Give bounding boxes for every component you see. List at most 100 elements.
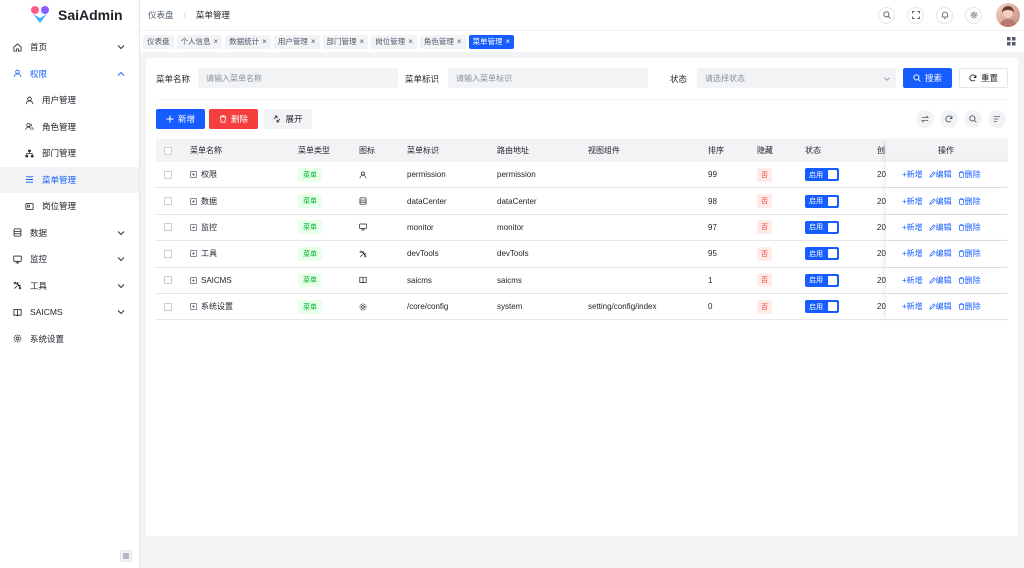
sidebar-item-11[interactable]: 系统设置 <box>0 326 139 353</box>
status-toggle[interactable]: 启用 <box>805 300 839 314</box>
breadcrumb-separator: / <box>183 10 186 20</box>
row-delete-button[interactable]: 删除 <box>958 301 981 312</box>
swap-icon[interactable] <box>916 110 934 128</box>
sidebar-item-10[interactable]: SAICMS <box>0 299 139 326</box>
user-group-icon <box>24 122 34 132</box>
breadcrumb-item-dashboard[interactable]: 仪表盘 <box>148 9 174 21</box>
sidebar-item-label: 用户管理 <box>42 95 77 106</box>
row-checkbox[interactable] <box>164 162 172 187</box>
status-toggle[interactable]: 启用 <box>805 273 839 287</box>
row-add-button[interactable]: +新增 <box>902 275 923 286</box>
column-settings-icon[interactable] <box>988 110 1006 128</box>
status-toggle[interactable]: 启用 <box>805 220 839 234</box>
status-toggle[interactable]: 启用 <box>805 168 839 182</box>
row-edit-button[interactable]: 编辑 <box>929 196 952 207</box>
refresh-icon[interactable] <box>940 110 958 128</box>
grid-menu-icon[interactable] <box>1007 37 1016 46</box>
close-icon[interactable]: × <box>262 37 267 46</box>
row-status-cell: 启用 <box>805 162 839 187</box>
expand-button[interactable]: 展开 <box>264 109 312 129</box>
row-edit-button[interactable]: 编辑 <box>929 222 952 233</box>
sidebar-item-2[interactable]: 用户管理 <box>0 87 139 114</box>
row-checkbox[interactable] <box>164 268 172 293</box>
status-toggle[interactable]: 启用 <box>805 194 839 208</box>
hidden-tag: 否 <box>757 273 772 288</box>
sidebar-item-1[interactable]: 权限 <box>0 61 139 88</box>
row-checkbox[interactable] <box>164 188 172 213</box>
sidebar-item-6[interactable]: 岗位管理 <box>0 193 139 220</box>
menu-name-input[interactable]: 请输入菜单名称 <box>198 68 398 88</box>
table-row[interactable]: 数据 菜单 dataCenter dataCenter 98 否 启用 20 +新增 编辑 删除 <box>156 188 1008 215</box>
gear-icon[interactable] <box>965 6 982 24</box>
sidebar-item-7[interactable]: 数据 <box>0 220 139 247</box>
expand-row-icon[interactable] <box>190 197 197 205</box>
row-delete-button[interactable]: 删除 <box>958 169 981 180</box>
bell-icon[interactable] <box>936 6 953 24</box>
row-checkbox[interactable] <box>164 294 172 319</box>
tab-2[interactable]: 数据统计 × <box>225 34 271 49</box>
sidebar-item-8[interactable]: 监控 <box>0 246 139 273</box>
close-icon[interactable]: × <box>311 37 316 46</box>
expand-row-icon[interactable] <box>190 250 197 258</box>
row-add-button[interactable]: +新增 <box>902 169 923 180</box>
menu-code-input[interactable]: 请输入菜单标识 <box>448 68 648 88</box>
expand-row-icon[interactable] <box>190 303 197 311</box>
row-edit-button[interactable]: 编辑 <box>929 169 952 180</box>
col-header-route: 路由地址 <box>497 146 529 155</box>
row-checkbox[interactable] <box>164 215 172 240</box>
row-edit-button[interactable]: 编辑 <box>929 301 952 312</box>
row-add-button[interactable]: +新增 <box>902 222 923 233</box>
table-row[interactable]: SAICMS 菜单 saicms saicms 1 否 启用 20 +新增 编辑 删除 <box>156 267 1008 294</box>
close-icon[interactable]: × <box>408 37 413 46</box>
row-edit-button[interactable]: 编辑 <box>929 248 952 259</box>
status-toggle[interactable]: 启用 <box>805 247 839 261</box>
close-icon[interactable]: × <box>214 37 219 46</box>
status-select[interactable]: 请选择状态 <box>697 68 896 88</box>
tab-label: 角色管理 <box>423 37 454 46</box>
sidebar-item-label: 首页 <box>30 42 48 53</box>
reset-button[interactable]: 重置 <box>959 68 1008 88</box>
tab-6[interactable]: 角色管理 × <box>419 34 466 49</box>
sidebar-item-5[interactable]: 菜单管理 <box>0 166 139 193</box>
row-delete-button[interactable]: 删除 <box>958 222 981 233</box>
row-delete-button[interactable]: 删除 <box>958 248 981 259</box>
search-button[interactable]: 搜索 <box>903 68 952 88</box>
table-row[interactable]: 权限 菜单 permission permission 99 否 启用 20 +新增 编辑 删除 <box>156 162 1008 189</box>
close-icon[interactable]: × <box>506 37 511 46</box>
sidebar-item-4[interactable]: 部门管理 <box>0 140 139 167</box>
expand-row-icon[interactable] <box>190 171 197 179</box>
expand-row-icon[interactable] <box>190 223 197 231</box>
tab-0[interactable]: 仪表盘 <box>143 34 174 49</box>
close-icon[interactable]: × <box>360 37 365 46</box>
collapse-sidebar-icon[interactable] <box>120 550 132 562</box>
row-add-button[interactable]: +新增 <box>902 301 923 312</box>
tab-5[interactable]: 岗位管理 × <box>371 34 417 49</box>
tab-7[interactable]: 菜单管理 × <box>468 34 515 49</box>
sidebar-item-3[interactable]: 角色管理 <box>0 114 139 141</box>
row-add-button[interactable]: +新增 <box>902 196 923 207</box>
table-row[interactable]: 工具 菜单 devTools devTools 95 否 启用 20 +新增 编辑 删除 <box>156 241 1008 268</box>
close-icon[interactable]: × <box>457 37 462 46</box>
logo[interactable]: SaiAdmin <box>0 0 139 30</box>
search-icon[interactable] <box>878 6 895 24</box>
row-delete-button[interactable]: 删除 <box>958 196 981 207</box>
avatar[interactable] <box>996 3 1020 27</box>
add-button[interactable]: 新增 <box>156 109 205 129</box>
row-add-button[interactable]: +新增 <box>902 248 923 259</box>
sidebar-item-0[interactable]: 首页 <box>0 34 139 61</box>
row-delete-button[interactable]: 删除 <box>958 275 981 286</box>
table-row[interactable]: 系统设置 菜单/core/config system setting/config/i… <box>156 293 1008 321</box>
select-all-checkbox[interactable] <box>164 139 172 162</box>
fullscreen-icon[interactable] <box>907 6 924 24</box>
sidebar-item-9[interactable]: 工具 <box>0 273 139 300</box>
search-icon[interactable] <box>964 110 982 128</box>
row-edit-button[interactable]: 编辑 <box>929 275 952 286</box>
tab-3[interactable]: 用户管理 × <box>273 34 320 49</box>
row-checkbox[interactable] <box>164 241 172 266</box>
table-row[interactable]: 监控 菜单 monitor monitor 97 否 启用 20 +新增 编辑 删除 <box>156 214 1008 242</box>
tab-1[interactable]: 个人信息 × <box>176 34 223 49</box>
delete-button[interactable]: 删除 <box>209 109 258 129</box>
expand-row-icon[interactable] <box>190 276 197 284</box>
tab-4[interactable]: 部门管理 × <box>322 34 369 49</box>
chevron-up-icon <box>117 70 125 78</box>
